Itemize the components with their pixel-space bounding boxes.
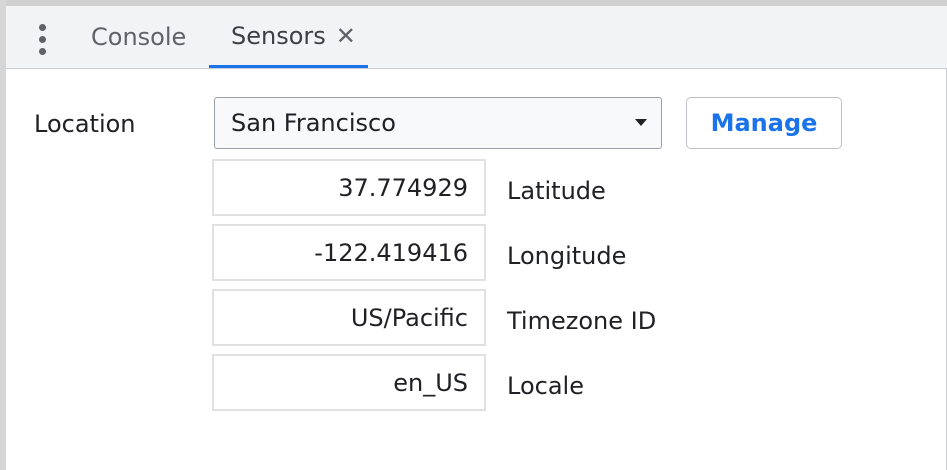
longitude-label: Longitude bbox=[507, 242, 627, 270]
tab-console-label: Console bbox=[91, 23, 187, 51]
latitude-input[interactable]: 37.774929 bbox=[212, 159, 486, 216]
tab-sensors[interactable]: Sensors ✕ bbox=[209, 6, 368, 68]
longitude-input[interactable]: -122.419416 bbox=[212, 224, 486, 281]
location-select-value: San Francisco bbox=[231, 109, 396, 137]
window-left-border bbox=[0, 0, 6, 470]
location-label: Location bbox=[34, 110, 136, 138]
close-icon[interactable]: ✕ bbox=[336, 24, 356, 48]
locale-label: Locale bbox=[507, 372, 584, 400]
timezone-id-input[interactable]: US/Pacific bbox=[212, 289, 486, 346]
chevron-down-icon bbox=[635, 119, 647, 126]
locale-input[interactable]: en_US bbox=[212, 354, 486, 411]
latitude-label: Latitude bbox=[507, 177, 606, 205]
timezone-id-label: Timezone ID bbox=[507, 307, 657, 335]
more-vertical-icon[interactable] bbox=[28, 19, 56, 59]
location-select[interactable]: San Francisco bbox=[214, 97, 662, 149]
manage-button[interactable]: Manage bbox=[686, 97, 842, 149]
tab-sensors-label: Sensors bbox=[231, 21, 326, 50]
tab-console[interactable]: Console bbox=[91, 6, 186, 68]
